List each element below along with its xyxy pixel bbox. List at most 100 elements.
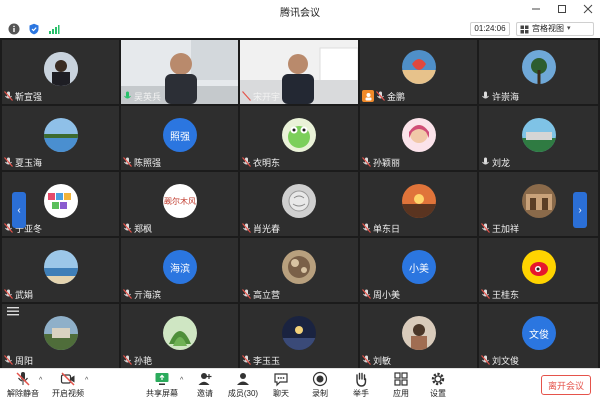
participant-name: 夏玉海: [15, 157, 43, 168]
participant-tile[interactable]: 李玉玉: [240, 304, 358, 368]
mic-on-icon: [123, 91, 132, 101]
maximize-icon[interactable]: [556, 2, 568, 16]
avatar: [522, 250, 556, 284]
avatar: [402, 316, 436, 350]
participant-tile[interactable]: 单东日: [360, 172, 477, 236]
grid-view-button[interactable]: 宫格视图 ▾: [516, 22, 594, 36]
chevron-left-icon: ‹: [17, 204, 21, 216]
avatar: [402, 50, 436, 84]
mic-muted-icon: [242, 157, 251, 167]
start-video-label: 开启视频: [52, 389, 84, 398]
participant-name: 吴英兵: [134, 91, 162, 102]
next-page-button[interactable]: ›: [573, 192, 587, 228]
participant-tile[interactable]: 夏玉海: [2, 106, 119, 170]
hand-icon: [353, 371, 369, 387]
participant-tile[interactable]: 王桂东: [479, 238, 598, 302]
previous-page-button[interactable]: ‹: [12, 192, 26, 228]
participant-name: 肖光春: [253, 223, 281, 234]
share-screen-button[interactable]: 共享屏幕: [145, 371, 179, 399]
avatar: 文俊: [522, 316, 556, 350]
mic-muted-icon: [242, 355, 251, 365]
chevron-up-icon[interactable]: ^: [85, 377, 88, 384]
mic-muted-icon: [4, 355, 13, 365]
participant-tile[interactable]: 照强 陈照强: [121, 106, 238, 170]
leave-meeting-button[interactable]: 离开会议: [541, 375, 591, 395]
mic-muted-icon: [123, 355, 132, 365]
participant-tile[interactable]: 衣明东: [240, 106, 358, 170]
participant-name: 王桂东: [492, 289, 520, 300]
grid-view-label: 宫格视图: [532, 24, 564, 33]
avatar: 照强: [163, 118, 197, 152]
members-label: 成员(30): [227, 389, 259, 398]
mic-muted-icon: [242, 289, 251, 299]
mic-off-icon: [481, 91, 490, 101]
participant-tile[interactable]: 武娟: [2, 238, 119, 302]
apps-button[interactable]: 应用: [388, 371, 414, 399]
apps-label: 应用: [393, 389, 409, 398]
invite-button[interactable]: 邀请: [192, 371, 218, 399]
mic-muted-icon: [242, 223, 251, 233]
members-button[interactable]: 成员(30): [226, 371, 260, 399]
window-controls: [530, 2, 594, 16]
participant-tile-speaking[interactable]: 吴英兵: [121, 40, 238, 104]
mic-muted-icon: [15, 371, 31, 387]
participant-tile[interactable]: 孙艳: [121, 304, 238, 368]
chevron-up-icon[interactable]: ^: [39, 377, 42, 384]
chat-button[interactable]: 聊天: [268, 371, 294, 399]
close-icon[interactable]: [582, 2, 594, 16]
shield-icon[interactable]: [28, 23, 40, 35]
avatar: [44, 184, 78, 218]
mic-muted-icon: [123, 289, 132, 299]
info-icon[interactable]: [8, 23, 20, 35]
mic-muted-icon: [481, 223, 490, 233]
title-bar: 腾讯会议: [0, 0, 600, 20]
participant-tile[interactable]: 高立营: [240, 238, 358, 302]
settings-button[interactable]: 设置: [425, 371, 451, 399]
avatar: [44, 118, 78, 152]
participant-tile[interactable]: 刘敏: [360, 304, 477, 368]
signal-icon[interactable]: [48, 23, 60, 35]
avatar: 小美: [402, 250, 436, 284]
participant-name: 周小美: [373, 289, 401, 300]
raise-hand-label: 举手: [353, 389, 369, 398]
participant-tile[interactable]: 肖光春: [240, 172, 358, 236]
participant-tile[interactable]: 觋尔木风 郑枫: [121, 172, 238, 236]
record-button[interactable]: 录制: [307, 371, 333, 399]
grid-view-icon: [520, 25, 529, 33]
participant-name: 孙艳: [134, 355, 153, 366]
avatar: [163, 316, 197, 350]
avatar: 觋尔木风: [163, 184, 197, 218]
unmute-button[interactable]: 解除静音: [6, 371, 40, 399]
raise-hand-button[interactable]: 举手: [348, 371, 374, 399]
avatar: [282, 316, 316, 350]
participant-tile[interactable]: 宋开宇: [240, 40, 358, 104]
participant-tile[interactable]: 许崇海: [479, 40, 598, 104]
participant-name: 武娟: [15, 289, 34, 300]
participant-tile[interactable]: 孙颖丽: [360, 106, 477, 170]
chat-icon: [273, 371, 289, 387]
participant-name: 孙颖丽: [373, 157, 401, 168]
share-screen-icon: [154, 371, 170, 387]
participant-tile[interactable]: 金鹏: [360, 40, 477, 104]
participant-tile[interactable]: 小美 周小美: [360, 238, 477, 302]
avatar: [522, 50, 556, 84]
chat-label: 聊天: [273, 389, 289, 398]
list-icon[interactable]: [6, 304, 20, 318]
camera-person-icon: [362, 90, 374, 102]
participant-name: 许崇海: [492, 91, 520, 102]
avatar: [44, 52, 78, 86]
participant-name: 亓海滨: [134, 289, 162, 300]
chevron-up-icon[interactable]: ^: [180, 377, 183, 384]
participant-name: 王加祥: [492, 223, 520, 234]
participant-tile[interactable]: 靳宣强: [2, 40, 119, 104]
participant-tile[interactable]: 刘龙: [479, 106, 598, 170]
chevron-right-icon: ›: [578, 204, 582, 216]
minimize-icon[interactable]: [530, 2, 542, 16]
avatar: [282, 118, 316, 152]
avatar: [282, 184, 316, 218]
record-label: 录制: [312, 389, 328, 398]
avatar: [44, 250, 78, 284]
start-video-button[interactable]: 开启视频: [51, 371, 85, 399]
participant-tile[interactable]: 海滨 亓海滨: [121, 238, 238, 302]
participant-tile[interactable]: 文俊 刘文俊: [479, 304, 598, 368]
